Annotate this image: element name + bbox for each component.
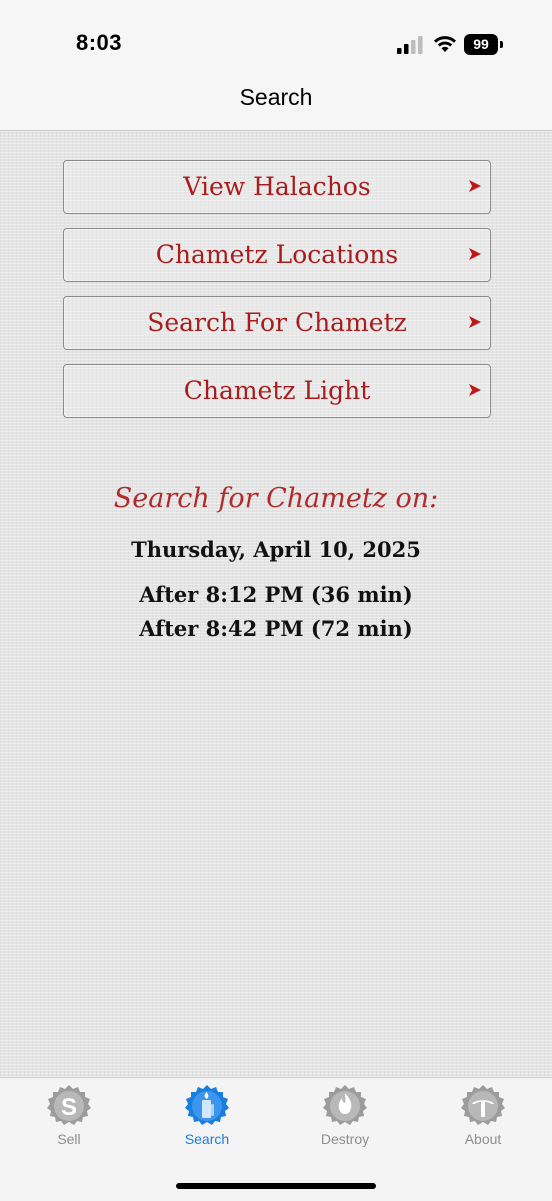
- tab-search[interactable]: Search: [138, 1078, 276, 1158]
- cellular-signal-icon: [397, 36, 423, 54]
- page-title: Search: [239, 84, 313, 110]
- sell-icon: S: [47, 1085, 91, 1125]
- chametz-locations-button[interactable]: Chametz Locations: [63, 228, 491, 282]
- tab-label: About: [464, 1131, 502, 1147]
- arrow-right-icon: [469, 180, 481, 192]
- status-bar: 8:03 99: [0, 0, 552, 80]
- search-for-chametz-button[interactable]: Search For Chametz: [63, 296, 491, 350]
- tab-label: Destroy: [320, 1131, 370, 1147]
- search-time-36: After 8:12 PM (36 min): [139, 582, 413, 607]
- search-date: Thursday, April 10, 2025: [131, 537, 421, 562]
- info-icon: [461, 1085, 505, 1125]
- main-content: View Halachos Chametz Locations Search F…: [0, 131, 552, 1077]
- chametz-light-button[interactable]: Chametz Light: [63, 364, 491, 418]
- view-halachos-button[interactable]: View Halachos: [63, 160, 491, 214]
- fire-icon: [323, 1085, 367, 1125]
- tab-about[interactable]: About: [414, 1078, 552, 1158]
- status-time: 8:03: [76, 30, 123, 55]
- tab-label: Search: [184, 1131, 230, 1147]
- arrow-right-icon: [469, 316, 481, 328]
- search-candle-icon: [185, 1085, 229, 1125]
- menu-button-label: Chametz Locations: [155, 240, 399, 269]
- navigation-bar: Search: [0, 80, 552, 131]
- battery-icon: 99: [464, 34, 504, 55]
- home-indicator: [176, 1183, 376, 1189]
- arrow-right-icon: [469, 384, 481, 396]
- tab-destroy[interactable]: Destroy: [276, 1078, 414, 1158]
- search-heading: Search for Chametz on:: [113, 483, 439, 514]
- menu-button-label: View Halachos: [183, 172, 371, 201]
- tab-label: Sell: [57, 1131, 81, 1147]
- tab-sell[interactable]: S Sell: [0, 1078, 138, 1158]
- menu-button-label: Chametz Light: [183, 376, 371, 405]
- search-time-72: After 8:42 PM (72 min): [139, 616, 413, 641]
- menu-button-label: Search For Chametz: [147, 308, 407, 337]
- arrow-right-icon: [469, 248, 481, 260]
- battery-level: 99: [464, 34, 498, 55]
- wifi-icon: [434, 36, 456, 52]
- svg-text:S: S: [61, 1094, 77, 1121]
